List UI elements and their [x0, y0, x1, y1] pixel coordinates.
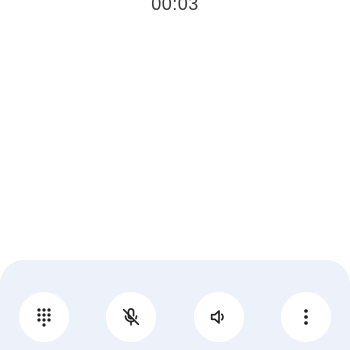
mute-button[interactable] — [106, 292, 156, 342]
call-control-panel — [0, 260, 350, 350]
more-options-button[interactable] — [281, 292, 331, 342]
in-call-screen: 00:03 — [0, 0, 350, 350]
call-duration: 00:03 — [151, 0, 199, 14]
dialpad-icon — [34, 307, 54, 327]
speaker-button[interactable] — [194, 292, 244, 342]
keypad-button[interactable] — [19, 292, 69, 342]
more-vert-icon — [296, 307, 316, 327]
mic-off-icon — [120, 306, 142, 328]
speaker-icon — [208, 306, 230, 328]
